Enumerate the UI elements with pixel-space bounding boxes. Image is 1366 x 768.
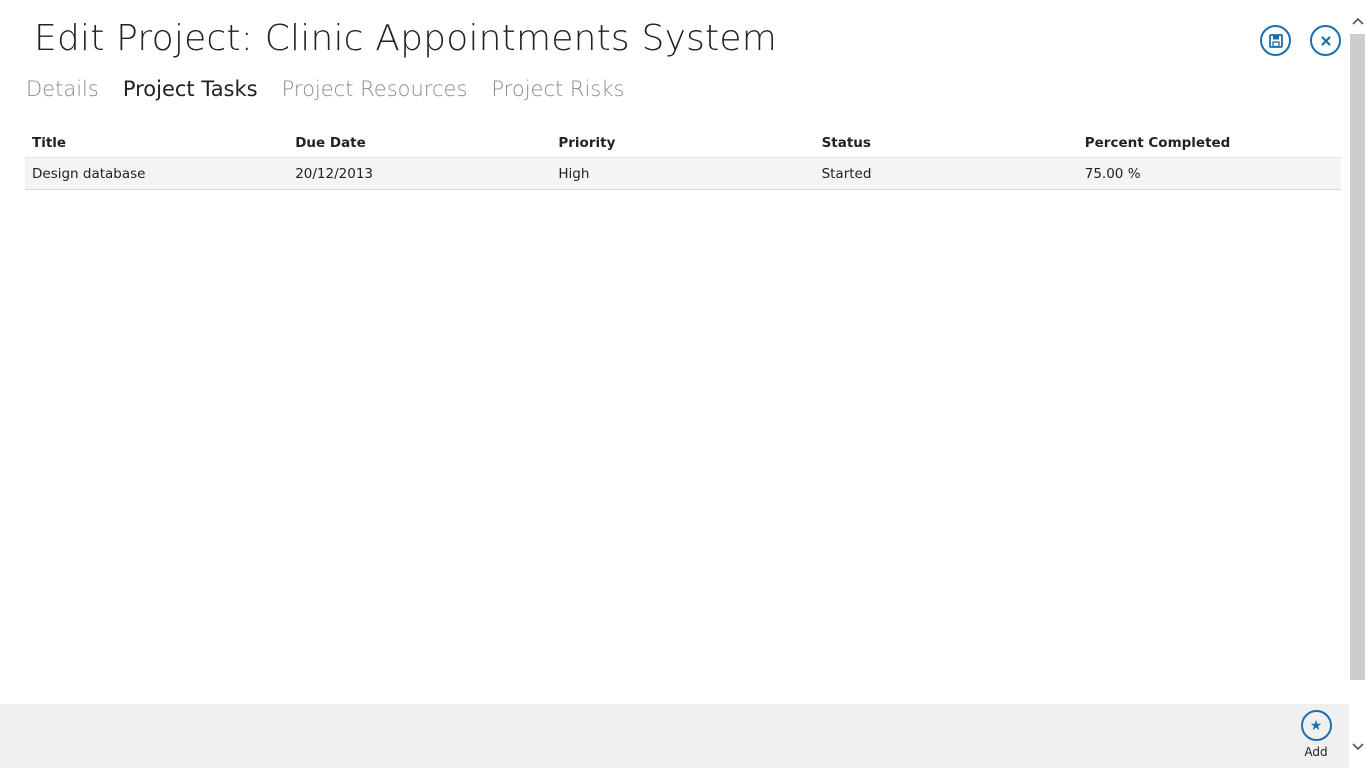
- scroll-down-arrow[interactable]: [1351, 740, 1364, 753]
- column-header-due-date[interactable]: Due Date: [288, 135, 551, 151]
- column-header-title[interactable]: Title: [25, 135, 288, 151]
- vertical-scrollbar[interactable]: [1349, 0, 1366, 768]
- scroll-up-arrow[interactable]: [1351, 14, 1364, 27]
- cell-priority: High: [558, 165, 590, 182]
- close-button[interactable]: [1310, 25, 1341, 56]
- column-header-percent-completed[interactable]: Percent Completed: [1078, 135, 1341, 151]
- close-icon: [1320, 35, 1331, 46]
- save-button[interactable]: [1260, 25, 1291, 56]
- tab-project-resources[interactable]: Project Resources: [282, 74, 468, 104]
- tab-project-risks[interactable]: Project Risks: [491, 74, 624, 104]
- scroll-thumb[interactable]: [1350, 34, 1365, 680]
- page: Edit Project: Clinic Appointments System…: [0, 0, 1366, 768]
- cell-status: Started: [821, 165, 872, 182]
- add-button[interactable]: ★ Add: [1296, 710, 1336, 766]
- tasks-table: Title Due Date Priority Status Percent C…: [25, 128, 1341, 190]
- tab-project-tasks[interactable]: Project Tasks: [123, 74, 258, 104]
- chevron-up-icon: [1351, 17, 1364, 25]
- chevron-down-icon: [1351, 742, 1364, 750]
- table-row[interactable]: Design database 20/12/2013 High Started …: [25, 158, 1341, 190]
- tab-bar: Details Project Tasks Project Resources …: [26, 74, 648, 104]
- save-icon: [1268, 33, 1283, 48]
- page-title: Edit Project: Clinic Appointments System: [34, 18, 777, 59]
- table-header: Title Due Date Priority Status Percent C…: [25, 128, 1341, 158]
- cell-title: Design database: [32, 165, 146, 182]
- star-icon: ★: [1300, 710, 1332, 741]
- cell-percent-completed: 75.00 %: [1084, 165, 1141, 182]
- column-header-priority[interactable]: Priority: [551, 135, 814, 151]
- app-bar: ★ Add: [0, 704, 1349, 768]
- cell-due-date: 20/12/2013: [295, 165, 373, 182]
- tab-details[interactable]: Details: [26, 74, 99, 104]
- column-header-status[interactable]: Status: [815, 135, 1078, 151]
- add-label: Add: [1304, 745, 1328, 759]
